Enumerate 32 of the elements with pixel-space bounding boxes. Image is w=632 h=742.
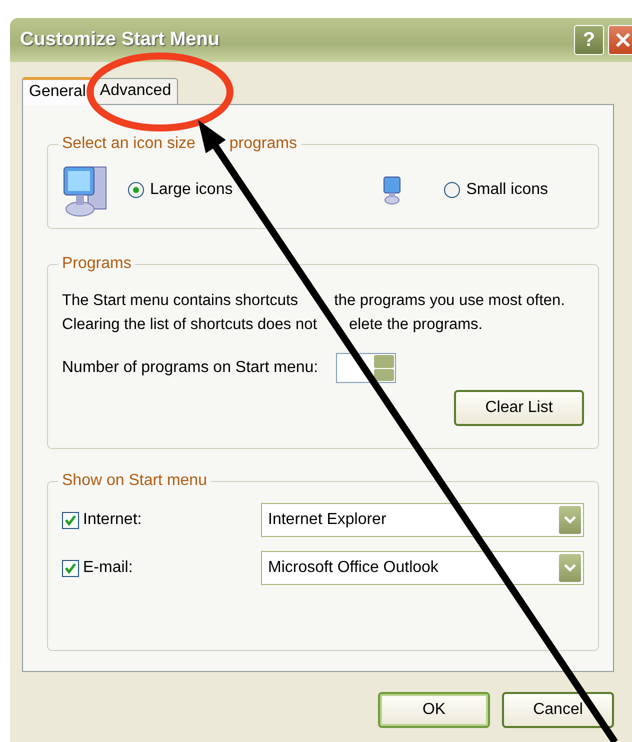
checkbox-label: E-mail: [83, 559, 134, 577]
dialog-button[interactable]: Cancel [502, 692, 614, 728]
radio-button[interactable] [128, 182, 144, 198]
group-title: programs [229, 135, 297, 152]
radio-button[interactable] [444, 182, 460, 198]
group-title: Select an icon size [62, 135, 196, 152]
dialog-button[interactable]: OK [378, 692, 490, 728]
checkbox[interactable] [62, 512, 79, 528]
clear-list-button[interactable]: Clear List [454, 390, 584, 426]
description-text: Clearing the list of shortcuts does not [62, 315, 318, 335]
tab[interactable]: Advanced [92, 78, 178, 104]
radio-label: Small icons [466, 181, 548, 199]
description-text: elete the programs. [349, 315, 483, 335]
checkbox[interactable] [62, 560, 79, 576]
dropdown[interactable]: Microsoft Office Outlook [261, 551, 584, 585]
tab[interactable]: General [22, 77, 93, 105]
radio-label: Large icons [150, 181, 233, 199]
chevron-down-icon [564, 564, 576, 572]
dropdown[interactable]: Internet Explorer [261, 503, 584, 537]
count-label: Number of programs on Start menu: [62, 359, 318, 377]
close-button[interactable] [608, 25, 632, 55]
computer-icon [382, 175, 402, 205]
close-icon [614, 31, 632, 49]
window-title: Customize Start Menu [20, 29, 221, 51]
chevron-down-icon [564, 516, 576, 524]
check-icon [64, 562, 77, 574]
group-title: Programs [62, 255, 132, 272]
check-icon [64, 514, 77, 526]
group-title: Show on Start menu [62, 472, 207, 489]
description-text: the programs you use most often. [334, 291, 565, 311]
description-text: The Start menu contains shortcuts [62, 291, 298, 311]
checkbox-label: Internet: [83, 511, 143, 529]
